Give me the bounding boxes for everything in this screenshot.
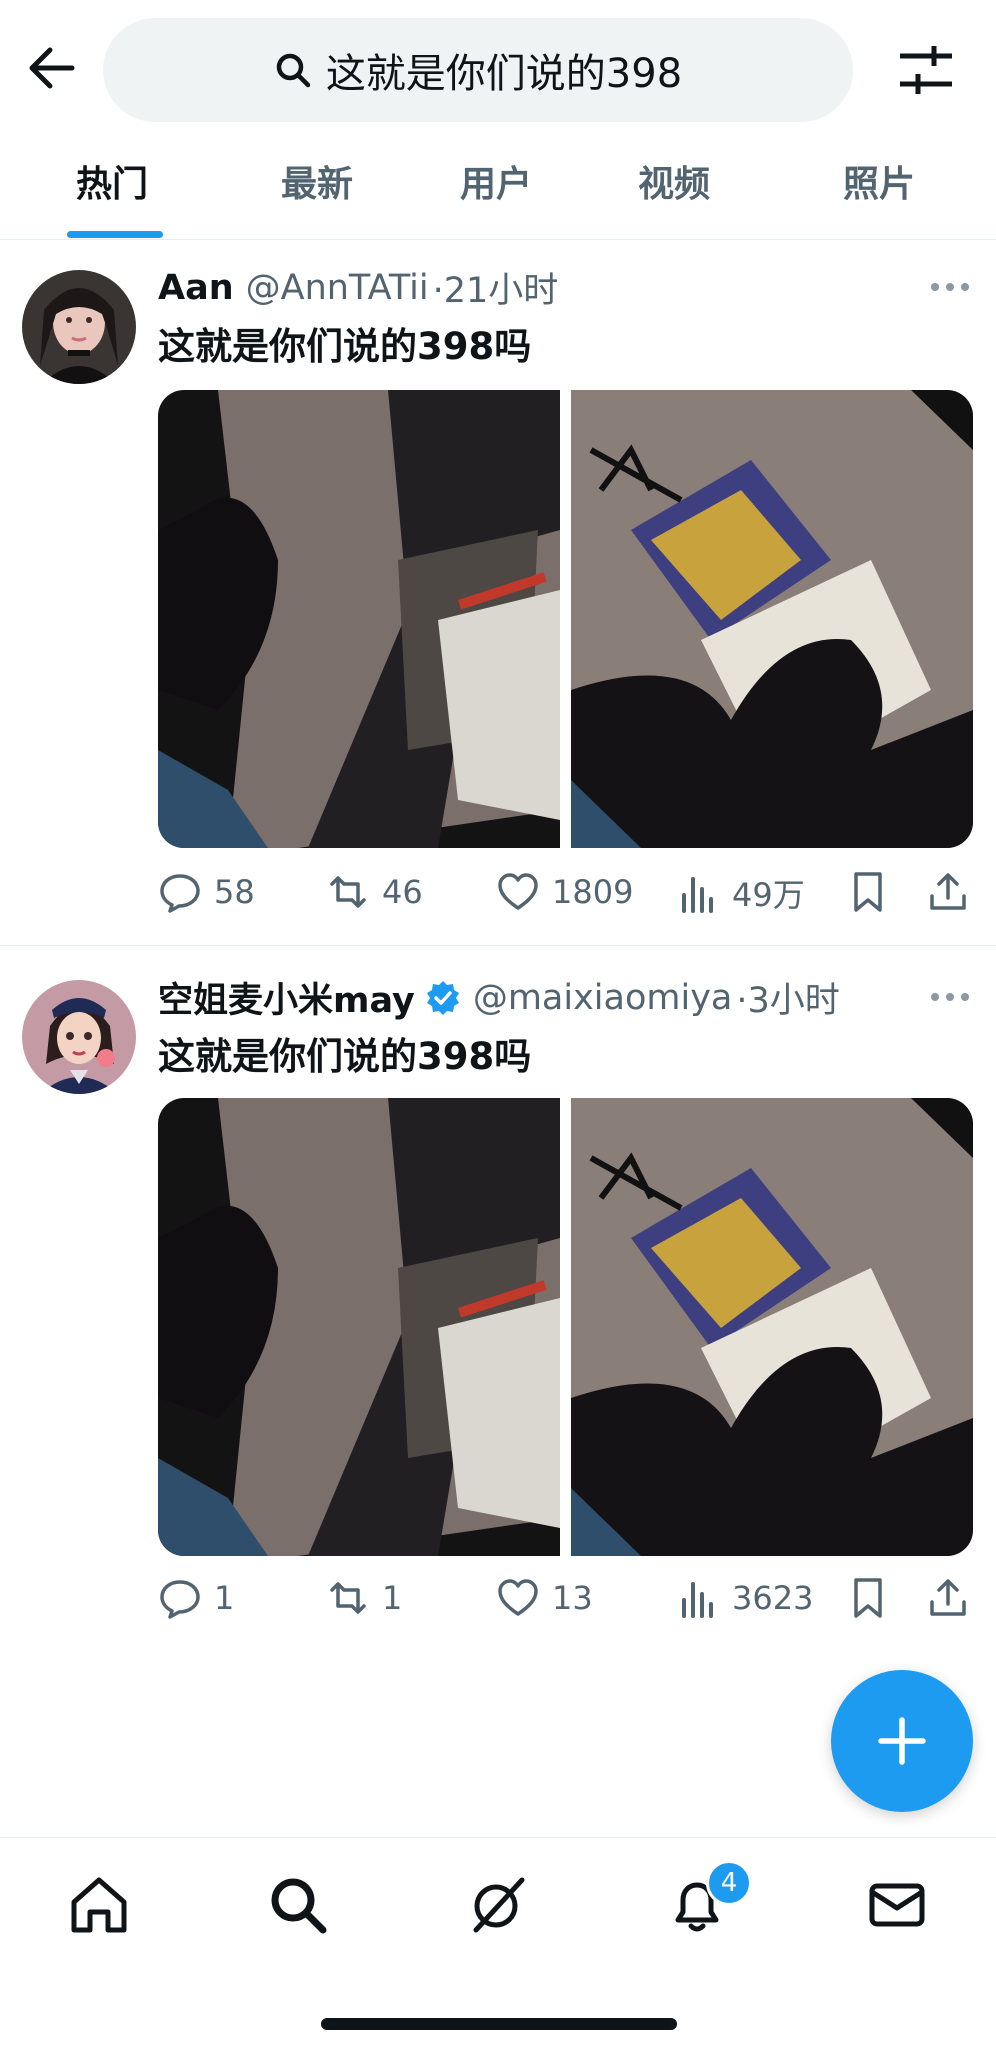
tweet-time: ·21小时 <box>432 271 559 311</box>
display-name[interactable]: Aan <box>158 268 234 308</box>
bookmark-icon <box>854 872 882 912</box>
like-button[interactable]: 13 <box>496 1576 593 1620</box>
tab-videos[interactable]: 视频 <box>638 155 710 207</box>
grok-icon[interactable] <box>466 1874 528 1936</box>
tweet-actions: 1 1 13 3623 <box>158 1576 973 1626</box>
compose-button[interactable] <box>831 1670 973 1812</box>
photo[interactable] <box>571 390 973 848</box>
bottom-nav: 4 <box>0 1837 996 2049</box>
views-count: 3623 <box>732 1579 814 1617</box>
search-field[interactable]: 这就是你们说的398 <box>103 18 853 122</box>
tab-people[interactable]: 用户 <box>460 155 532 207</box>
retweet-icon <box>330 1582 366 1614</box>
filter-sliders-icon[interactable] <box>896 44 956 96</box>
reply-button[interactable]: 58 <box>158 870 255 914</box>
tweet-media[interactable] <box>158 390 973 848</box>
heart-icon <box>498 1579 538 1616</box>
tweet-text: 这就是你们说的398吗 <box>158 1035 532 1078</box>
views-chart-icon <box>682 1582 713 1618</box>
home-icon[interactable] <box>68 1874 130 1936</box>
notifications-badge: 4 <box>706 1860 752 1906</box>
retweet-count: 46 <box>382 873 423 911</box>
views-button[interactable]: 49万 <box>676 870 805 916</box>
tab-photos[interactable]: 照片 <box>843 155 915 207</box>
like-count: 13 <box>552 1579 593 1617</box>
active-tab-indicator <box>67 231 163 238</box>
verified-badge-icon <box>426 980 459 1015</box>
messages-envelope-icon[interactable] <box>866 1874 928 1936</box>
search-query: 这就是你们说的398 <box>325 51 683 97</box>
share-icon <box>930 873 966 910</box>
top-bar: 这就是你们说的398 <box>0 0 996 125</box>
more-options-icon[interactable] <box>930 992 970 1002</box>
photo[interactable] <box>158 390 560 848</box>
search-icon <box>276 53 311 88</box>
display-name[interactable]: 空姐麦小米may <box>158 972 415 1023</box>
avatar[interactable] <box>22 980 136 1094</box>
avatar[interactable] <box>22 270 136 384</box>
tweet-media[interactable] <box>158 1098 973 1556</box>
share-button[interactable] <box>926 870 970 914</box>
more-options-icon[interactable] <box>930 282 970 292</box>
tweet[interactable]: 空姐麦小米may @maixiaomiya ·3小时 这就是你们说的398吗 1… <box>0 946 996 1636</box>
retweet-icon <box>330 876 366 908</box>
retweet-button[interactable]: 46 <box>326 870 423 914</box>
share-icon <box>930 1579 966 1616</box>
reply-count: 58 <box>214 873 255 911</box>
user-handle[interactable]: @maixiaomiya <box>473 978 733 1018</box>
views-chart-icon <box>682 877 713 913</box>
views-count: 49万 <box>732 876 805 914</box>
tweet-header: 空姐麦小米may @maixiaomiya ·3小时 <box>158 972 840 1023</box>
back-arrow-icon[interactable] <box>22 38 82 98</box>
like-count: 1809 <box>552 873 634 911</box>
tweet-actions: 58 46 1809 49万 <box>158 870 973 920</box>
tweet-text: 这就是你们说的398吗 <box>158 325 532 368</box>
plus-icon <box>878 1717 926 1765</box>
tab-top[interactable]: 热门 <box>76 155 148 207</box>
home-indicator <box>321 2018 677 2030</box>
user-handle[interactable]: @AnnTATii <box>246 268 429 308</box>
search-nav-icon[interactable] <box>267 1874 329 1936</box>
tweet[interactable]: Aan @AnnTATii ·21小时 这就是你们说的398吗 58 46 18… <box>0 240 996 945</box>
bookmark-button[interactable] <box>846 1576 890 1620</box>
like-button[interactable]: 1809 <box>496 870 633 914</box>
reply-icon <box>160 874 200 913</box>
retweet-button[interactable]: 1 <box>326 1576 402 1620</box>
reply-count: 1 <box>214 1579 235 1617</box>
reply-icon <box>160 1580 200 1619</box>
share-button[interactable] <box>926 1576 970 1620</box>
views-button[interactable]: 3623 <box>676 1576 813 1620</box>
bookmark-icon <box>854 1578 882 1618</box>
reply-button[interactable]: 1 <box>158 1576 234 1620</box>
tweet-header: Aan @AnnTATii ·21小时 <box>158 262 558 313</box>
search-tabs: 热门 最新 用户 视频 照片 <box>0 125 996 240</box>
heart-icon <box>498 873 538 910</box>
tweet-time: ·3小时 <box>736 981 840 1021</box>
tab-latest[interactable]: 最新 <box>281 155 353 207</box>
photo[interactable] <box>158 1098 560 1556</box>
photo[interactable] <box>571 1098 973 1556</box>
bookmark-button[interactable] <box>846 870 890 914</box>
retweet-count: 1 <box>382 1579 403 1617</box>
